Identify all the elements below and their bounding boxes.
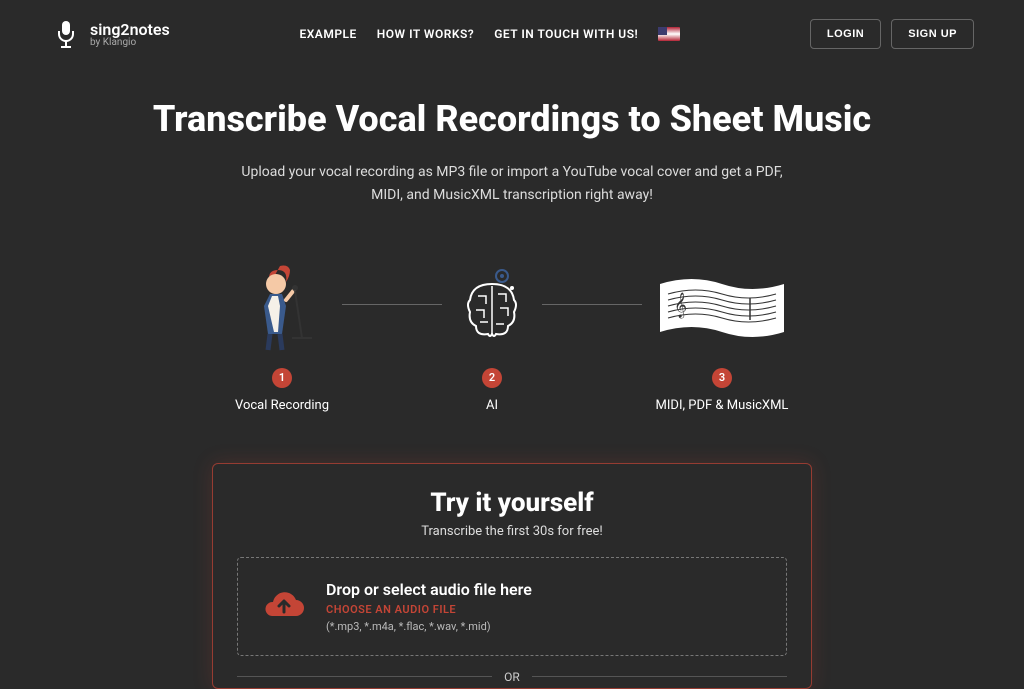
hero-subtitle: Upload your vocal recording as MP3 file … [232, 161, 792, 206]
try-title: Try it yourself [237, 488, 787, 518]
singer-icon [232, 256, 332, 356]
step-1-badge: 1 [272, 368, 292, 388]
sheet-music-icon: 𝄞 [652, 256, 792, 356]
step-3-badge: 3 [712, 368, 732, 388]
step-2: 2 AI [452, 256, 532, 413]
formats: (*.mp3, *.m4a, *.flac, *.wav, *.mid) [326, 620, 532, 633]
nav-how-it-works[interactable]: HOW IT WORKS? [377, 27, 474, 41]
dropzone[interactable]: Drop or select audio file here CHOOSE AN… [237, 557, 787, 656]
logo-byline: by Klangio [90, 37, 170, 48]
signup-button[interactable]: SIGN UP [891, 19, 974, 49]
divider-line [237, 676, 492, 677]
step-2-badge: 2 [482, 368, 502, 388]
cloud-upload-icon [262, 584, 306, 628]
hero-title: Transcribe Vocal Recordings to Sheet Mus… [40, 98, 984, 141]
login-button[interactable]: LOGIN [810, 19, 881, 49]
mic-icon [50, 18, 82, 50]
step-connector [542, 304, 642, 305]
step-1: 1 Vocal Recording [232, 256, 332, 413]
step-2-label: AI [486, 398, 498, 413]
try-subtitle: Transcribe the first 30s for free! [237, 524, 787, 539]
nav-contact[interactable]: GET IN TOUCH WITH US! [494, 27, 638, 41]
auth-buttons: LOGIN SIGN UP [810, 19, 974, 49]
header: sing2notes by Klangio EXAMPLE HOW IT WOR… [0, 0, 1024, 68]
choose-file-link[interactable]: CHOOSE AN AUDIO FILE [326, 603, 532, 616]
step-connector [342, 304, 442, 305]
try-box: Try it yourself Transcribe the first 30s… [212, 463, 812, 689]
nav-example[interactable]: EXAMPLE [299, 27, 356, 41]
drop-title: Drop or select audio file here [326, 580, 532, 599]
or-divider: OR [237, 670, 787, 688]
logo[interactable]: sing2notes by Klangio [50, 18, 170, 50]
brain-icon [452, 256, 532, 356]
step-3-label: MIDI, PDF & MusicXML [656, 398, 789, 413]
or-text: OR [504, 670, 520, 684]
logo-text: sing2notes by Klangio [90, 20, 170, 48]
nav: EXAMPLE HOW IT WORKS? GET IN TOUCH WITH … [299, 27, 680, 41]
svg-text:𝄞: 𝄞 [674, 292, 687, 318]
drop-text: Drop or select audio file here CHOOSE AN… [326, 580, 532, 633]
flag-us-icon[interactable] [658, 27, 680, 41]
divider-line [532, 676, 787, 677]
step-3: 𝄞 3 MIDI, PDF & MusicXML [652, 256, 792, 413]
hero: Transcribe Vocal Recordings to Sheet Mus… [0, 68, 1024, 226]
step-1-label: Vocal Recording [235, 398, 329, 413]
steps-row: 1 Vocal Recording 2 AI [0, 226, 1024, 433]
